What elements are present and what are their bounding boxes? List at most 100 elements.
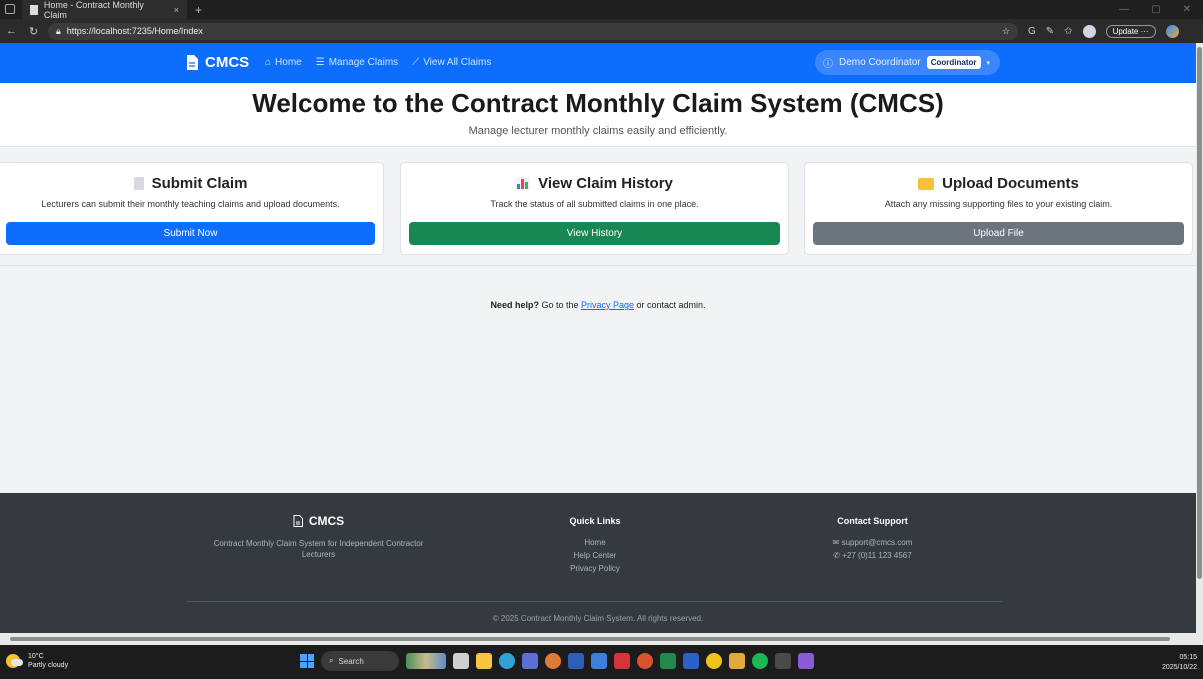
favorite-star-icon[interactable]: ☆ — [1002, 26, 1010, 37]
refresh-icon[interactable]: ↻ — [29, 25, 38, 38]
chevron-down-icon: ▾ — [986, 59, 991, 67]
horizontal-scrollbar-thumb[interactable] — [10, 637, 1170, 641]
footer-link-help-center[interactable]: Help Center — [545, 551, 645, 560]
nav-view-all-claims[interactable]: ⟋ View All Claims — [412, 57, 491, 68]
help-pre: Go to the — [538, 300, 581, 310]
collections-icon[interactable]: ✎ — [1046, 26, 1054, 37]
teams-icon[interactable] — [522, 653, 538, 669]
copilot-app-icon[interactable] — [545, 653, 561, 669]
system-clock[interactable]: 05:15 2025/10/22 — [1162, 653, 1197, 673]
view-history-button[interactable]: View History — [409, 222, 780, 245]
file-explorer-icon[interactable] — [476, 653, 492, 669]
back-icon[interactable]: ← — [6, 25, 17, 38]
powerpoint-icon[interactable] — [637, 653, 653, 669]
upload-file-button[interactable]: Upload File — [813, 222, 1184, 245]
card-text: Attach any missing supporting files to y… — [884, 199, 1113, 209]
terminal-icon[interactable] — [775, 653, 791, 669]
l-app-icon[interactable] — [683, 653, 699, 669]
new-tab-button[interactable]: + — [195, 3, 202, 17]
browser-titlebar: Home - Contract Monthly Claim × + — ▢ ✕ — [0, 0, 1203, 20]
taskbar-search[interactable]: ⌕ Search — [321, 651, 399, 671]
copilot-icon[interactable] — [1165, 24, 1179, 38]
yellow-app-icon[interactable] — [706, 653, 722, 669]
update-label: Update — [1112, 26, 1139, 36]
browser-tab[interactable]: Home - Contract Monthly Claim × — [22, 0, 187, 20]
card-title: Upload Documents — [942, 175, 1079, 192]
support-phone: +27 (0)11 123 4567 — [842, 551, 912, 560]
role-badge: Coordinator — [926, 56, 981, 69]
folder-icon — [918, 177, 935, 190]
profile-avatar[interactable] — [1082, 24, 1096, 38]
window-close-icon[interactable]: ✕ — [1183, 4, 1191, 15]
weather-icon — [6, 654, 23, 668]
lock-icon: 🔒︎ — [56, 25, 61, 36]
user-icon: ⓘ — [823, 59, 833, 70]
extension-icon[interactable]: G — [1028, 26, 1036, 37]
footer-contact: Contact Support ✉ support@cmcs.com ✆ +27… — [800, 516, 945, 560]
tab-close-icon[interactable]: × — [174, 5, 179, 15]
minimize-icon[interactable]: — — [1119, 4, 1129, 15]
start-icon[interactable] — [300, 654, 314, 668]
help-post: or contact admin. — [634, 300, 706, 310]
clock-date: 2025/10/22 — [1161, 664, 1197, 671]
phone-icon: ✆ — [833, 551, 840, 560]
horizontal-scrollbar[interactable] — [0, 633, 1203, 645]
footer-brand-column: CMCS Contract Monthly Claim System for I… — [196, 514, 441, 560]
list-icon: ☰ — [315, 57, 325, 68]
nav-manage-claims-label: Manage Claims — [328, 57, 399, 68]
page-favicon-icon — [30, 4, 38, 15]
address-bar[interactable]: 🔒︎ https://localhost:7235/Home/Index ☆ — [48, 22, 1018, 40]
page-title: Welcome to the Contract Monthly Claim Sy… — [252, 88, 944, 118]
update-button[interactable]: Update ··· — [1105, 24, 1156, 38]
footer-link-privacy-policy[interactable]: Privacy Policy — [545, 564, 645, 573]
edge-icon[interactable] — [499, 653, 515, 669]
vertical-scrollbar-thumb[interactable] — [1197, 47, 1202, 579]
help-text: Need help? Go to the Privacy Page or con… — [0, 300, 1196, 310]
widgets-icon[interactable] — [406, 653, 446, 669]
submit-now-button[interactable]: Submit Now — [6, 222, 375, 245]
shield-app-icon[interactable] — [614, 653, 630, 669]
clock-time: 05:15 — [1179, 654, 1197, 661]
search-label: Search — [338, 656, 364, 666]
document-icon — [187, 55, 198, 70]
window-controls: — ▢ ✕ — [1119, 4, 1203, 15]
section-divider — [0, 265, 1196, 266]
bar-chart-icon — [516, 177, 531, 190]
brand-link[interactable]: CMCS — [186, 54, 249, 71]
user-menu[interactable]: ⓘ Demo Coordinator Coordinator ▾ — [815, 50, 1000, 75]
nav-manage-claims[interactable]: ☰ Manage Claims — [316, 57, 398, 68]
word-icon[interactable] — [568, 653, 584, 669]
brand-text: CMCS — [205, 54, 250, 71]
site-footer: CMCS Contract Monthly Claim System for I… — [0, 493, 1196, 633]
temperature: 10°C — [28, 653, 44, 660]
favorites-icon[interactable]: ✩ — [1064, 26, 1072, 37]
nav-home-label: Home — [275, 57, 302, 68]
task-view-icon[interactable] — [453, 653, 469, 669]
support-email[interactable]: support@cmcs.com — [842, 538, 913, 547]
paint-icon[interactable] — [729, 653, 745, 669]
calendar-icon[interactable] — [591, 653, 607, 669]
maximize-icon[interactable]: ▢ — [1151, 4, 1160, 15]
footer-quick-links: Quick Links Home Help Center Privacy Pol… — [545, 516, 645, 573]
contact-title: Contact Support — [837, 516, 908, 526]
spotify-icon[interactable] — [752, 653, 768, 669]
windows-taskbar: 10°C Partly cloudy ⌕ Search 05:15 2025/10… — [0, 645, 1203, 679]
footer-description: Contract Monthly Claim System for Indepe… — [213, 539, 424, 559]
copyright: © 2025 Contract Monthly Claim System. Al… — [492, 614, 704, 623]
view-claim-history-card: View Claim History Track the status of a… — [400, 162, 789, 255]
excel-icon[interactable] — [660, 653, 676, 669]
footer-link-home[interactable]: Home — [545, 538, 645, 547]
weather-condition: Partly cloudy — [28, 662, 69, 669]
page-subtitle: Manage lecturer monthly claims easily an… — [468, 125, 728, 137]
nav-links: ⌂ Home ☰ Manage Claims ⟋ View All Claims — [265, 57, 491, 68]
tab-actions-icon[interactable] — [5, 4, 15, 14]
envelope-icon: ✉ — [832, 538, 840, 547]
tab-title: Home - Contract Monthly Claim — [43, 0, 144, 20]
graph-icon: ⟋ — [412, 57, 420, 68]
nav-home[interactable]: ⌂ Home — [265, 57, 302, 68]
app-navbar: CMCS ⌂ Home ☰ Manage Claims ⟋ View All Clai… — [0, 43, 1196, 83]
privacy-page-link[interactable]: Privacy Page — [581, 300, 634, 310]
weather-widget[interactable]: 10°C Partly cloudy — [6, 652, 68, 670]
submit-claim-card: Submit Claim Lecturers can submit their … — [0, 162, 384, 255]
visual-studio-icon[interactable] — [798, 653, 814, 669]
